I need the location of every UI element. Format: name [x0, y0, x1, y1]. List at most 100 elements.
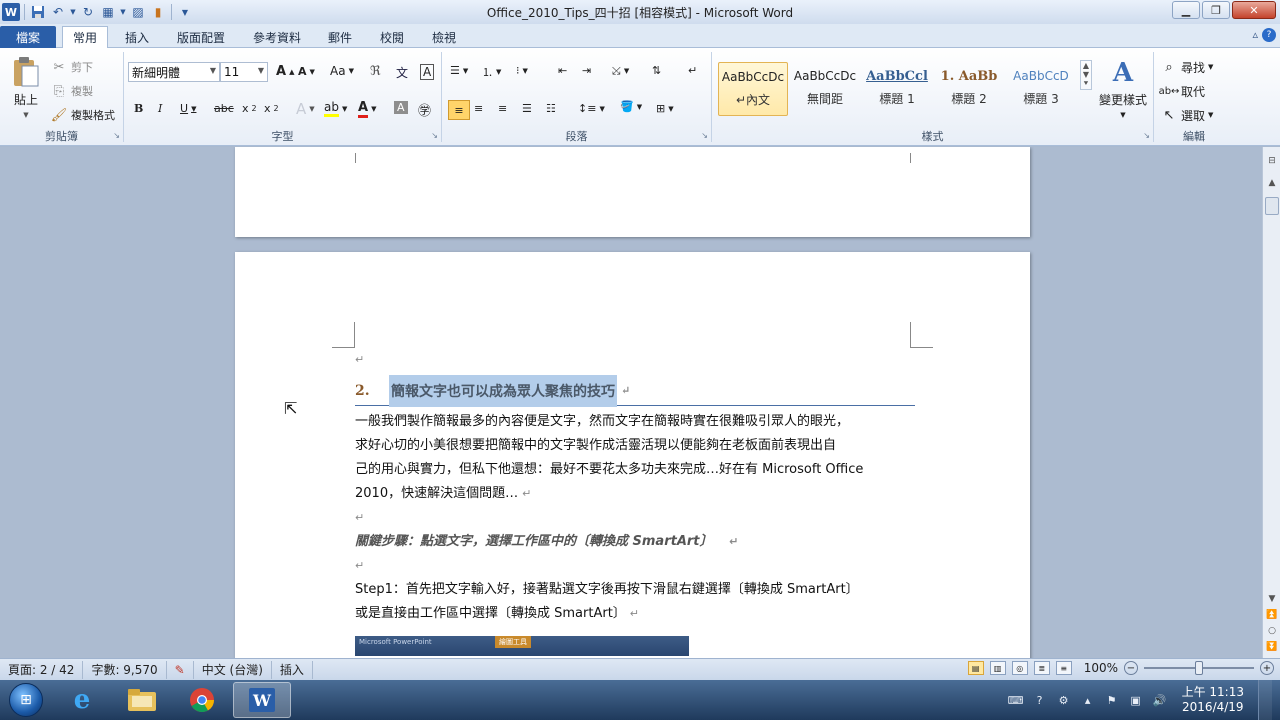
full-screen-reading-icon[interactable]: ▥: [989, 661, 1006, 675]
chrome-icon[interactable]: [173, 682, 231, 718]
change-case-icon[interactable]: Aa ▼: [330, 64, 354, 78]
help-icon[interactable]: ?: [1262, 28, 1276, 42]
help-tray-icon[interactable]: ?: [1032, 692, 1048, 708]
minimize-ribbon-icon[interactable]: ▵: [1252, 28, 1258, 42]
clock[interactable]: 上午 11:13 2016/4/19: [1176, 685, 1250, 715]
volume-icon[interactable]: 🔊: [1152, 692, 1168, 708]
underline-icon[interactable]: U ▼: [180, 102, 196, 115]
distributed-icon[interactable]: ☷: [546, 102, 556, 115]
embedded-screenshot[interactable]: Microsoft PowerPoint 繪圖工具: [355, 636, 689, 656]
increase-indent-icon[interactable]: ⇥: [582, 64, 591, 77]
flag-icon[interactable]: ⚑: [1104, 692, 1120, 708]
font-launcher-icon[interactable]: ↘: [431, 131, 438, 140]
scroll-up-icon[interactable]: ▲: [1083, 61, 1089, 70]
zoom-thumb[interactable]: [1195, 661, 1203, 675]
key-step-paragraph[interactable]: 關鍵步驟：點選文字，選擇工作區中的〔轉換成 SmartArt〕 ↵: [355, 530, 915, 554]
phonetic-guide-icon[interactable]: 文: [396, 64, 408, 81]
strikethrough-icon[interactable]: abc: [214, 102, 234, 115]
style-heading-3[interactable]: AaBbCcD 標題 3: [1006, 62, 1076, 116]
cut-button[interactable]: ✂ 剪下: [50, 58, 93, 76]
previous-page-icon[interactable]: ⏫: [1264, 607, 1280, 623]
tab-insert[interactable]: 插入: [116, 26, 158, 48]
change-styles-button[interactable]: A 變更樣式 ▼: [1096, 58, 1150, 119]
numbering-icon[interactable]: ⒈ ▼: [482, 64, 501, 80]
draft-view-icon[interactable]: ≡: [1055, 661, 1072, 675]
scroll-up-icon[interactable]: ▲: [1264, 175, 1280, 191]
vertical-scrollbar[interactable]: ⊟ ▲ ▼ ⏫ ○ ⏬: [1262, 147, 1280, 658]
show-hidden-icons[interactable]: ▴: [1080, 692, 1096, 708]
text-effects-icon[interactable]: A ▼: [296, 100, 315, 118]
sort-icon[interactable]: ⇅: [652, 64, 661, 77]
customize-qat-icon[interactable]: ▼: [176, 3, 194, 21]
redo-icon[interactable]: ↻: [79, 3, 97, 21]
copy-button[interactable]: ⎘ 複製: [50, 82, 93, 100]
subscript-icon[interactable]: x2: [242, 102, 257, 115]
zoom-in-icon[interactable]: +: [1260, 661, 1274, 675]
table-icon[interactable]: ▦: [99, 3, 117, 21]
multilevel-list-icon[interactable]: ⁝ ▼: [516, 64, 528, 77]
format-painter-button[interactable]: 🖌 複製格式: [50, 106, 115, 124]
word-count[interactable]: 字數: 9,570: [83, 660, 167, 679]
step1-paragraph[interactable]: Step1：首先把文字輸入好，接著點選文字後再按下滑鼠右鍵選擇〔轉換成 Smar…: [355, 578, 915, 626]
highlight-color-icon[interactable]: ab ▼: [324, 100, 347, 117]
more-styles-icon[interactable]: ⯆: [1083, 79, 1089, 89]
restore-button[interactable]: ❐: [1202, 1, 1230, 19]
save-icon[interactable]: [29, 3, 47, 21]
zoom-slider[interactable]: [1144, 661, 1254, 675]
minimize-button[interactable]: ▁: [1172, 1, 1200, 19]
tab-home[interactable]: 常用: [62, 26, 108, 48]
clipboard-launcher-icon[interactable]: ↘: [113, 131, 120, 140]
page-indicator[interactable]: 頁面: 2 / 42: [0, 660, 84, 679]
settings-tray-icon[interactable]: ⚙: [1056, 692, 1072, 708]
italic-icon[interactable]: I: [158, 102, 162, 115]
shading-icon[interactable]: 🪣 ▼: [620, 100, 642, 113]
tab-page-layout[interactable]: 版面配置: [166, 26, 236, 48]
scroll-down-icon[interactable]: ▼: [1264, 591, 1280, 607]
replace-button[interactable]: ab↔ 取代: [1159, 82, 1205, 100]
decrease-indent-icon[interactable]: ⇤: [558, 64, 567, 77]
font-size-combo[interactable]: 11 ▼: [220, 62, 268, 82]
word-app-icon[interactable]: W: [2, 3, 20, 21]
body-paragraph[interactable]: 一般我們製作簡報最多的內容便是文字，然而文字在簡報時實在很難吸引眾人的眼光， 求…: [355, 410, 915, 506]
chart-icon[interactable]: ▮: [149, 3, 167, 21]
paragraph-launcher-icon[interactable]: ↘: [701, 131, 708, 140]
table-dropdown-icon[interactable]: ▼: [119, 3, 127, 21]
network-icon[interactable]: ▣: [1128, 692, 1144, 708]
select-button[interactable]: ↖ 選取 ▼: [1160, 106, 1214, 124]
keyboard-icon[interactable]: ⌨: [1008, 692, 1024, 708]
heading-2[interactable]: 2. 簡報文字也可以成為眾人聚焦的技巧 ↵: [355, 374, 915, 407]
character-shading-icon[interactable]: A: [394, 101, 408, 114]
align-center-icon[interactable]: ≡: [474, 102, 483, 115]
tab-review[interactable]: 校閱: [370, 26, 414, 48]
word-icon[interactable]: W: [233, 682, 291, 718]
style-normal[interactable]: AaBbCcDc ↵內文: [718, 62, 788, 116]
justify-icon[interactable]: ☰: [522, 102, 532, 115]
document-content[interactable]: ↵ 2. 簡報文字也可以成為眾人聚焦的技巧 ↵ 一般我們製作簡報最多的內容便是文…: [355, 350, 915, 656]
internet-explorer-icon[interactable]: e: [53, 682, 111, 718]
heading-text[interactable]: 簡報文字也可以成為眾人聚焦的技巧: [389, 374, 617, 407]
scroll-down-icon[interactable]: ▼: [1083, 70, 1089, 79]
zoom-out-icon[interactable]: −: [1124, 661, 1138, 675]
next-page-icon[interactable]: ⏬: [1264, 639, 1280, 655]
align-right-icon[interactable]: ≡: [498, 102, 507, 115]
style-heading-2[interactable]: 1. AaBb 標題 2: [934, 62, 1004, 116]
tab-file[interactable]: 檔案: [0, 26, 56, 48]
undo-icon[interactable]: ↶: [49, 3, 67, 21]
insert-mode[interactable]: 插入: [272, 660, 313, 679]
print-layout-view-icon[interactable]: ▤: [967, 661, 984, 675]
find-button[interactable]: ⌕ 尋找 ▼: [1160, 58, 1213, 76]
show-desktop-button[interactable]: [1258, 680, 1272, 720]
undo-dropdown-icon[interactable]: ▼: [69, 3, 77, 21]
close-button[interactable]: ✕: [1232, 1, 1276, 19]
bold-icon[interactable]: B: [134, 102, 143, 115]
select-browse-object-icon[interactable]: ○: [1264, 623, 1280, 639]
document-area[interactable]: ↵ 2. 簡報文字也可以成為眾人聚焦的技巧 ↵ 一般我們製作簡報最多的內容便是文…: [0, 147, 1262, 658]
picture-icon[interactable]: ▨: [129, 3, 147, 21]
grow-font-icon[interactable]: A ▲: [276, 64, 294, 79]
styles-scroll[interactable]: ▲ ▼ ⯆: [1080, 60, 1092, 90]
file-explorer-icon[interactable]: [113, 682, 171, 718]
enclose-characters-icon[interactable]: ㊫: [418, 100, 431, 119]
style-heading-1[interactable]: AaBbCcl 標題 1: [862, 62, 932, 116]
tab-mailings[interactable]: 郵件: [318, 26, 362, 48]
proofing-status[interactable]: ✎: [167, 660, 194, 679]
